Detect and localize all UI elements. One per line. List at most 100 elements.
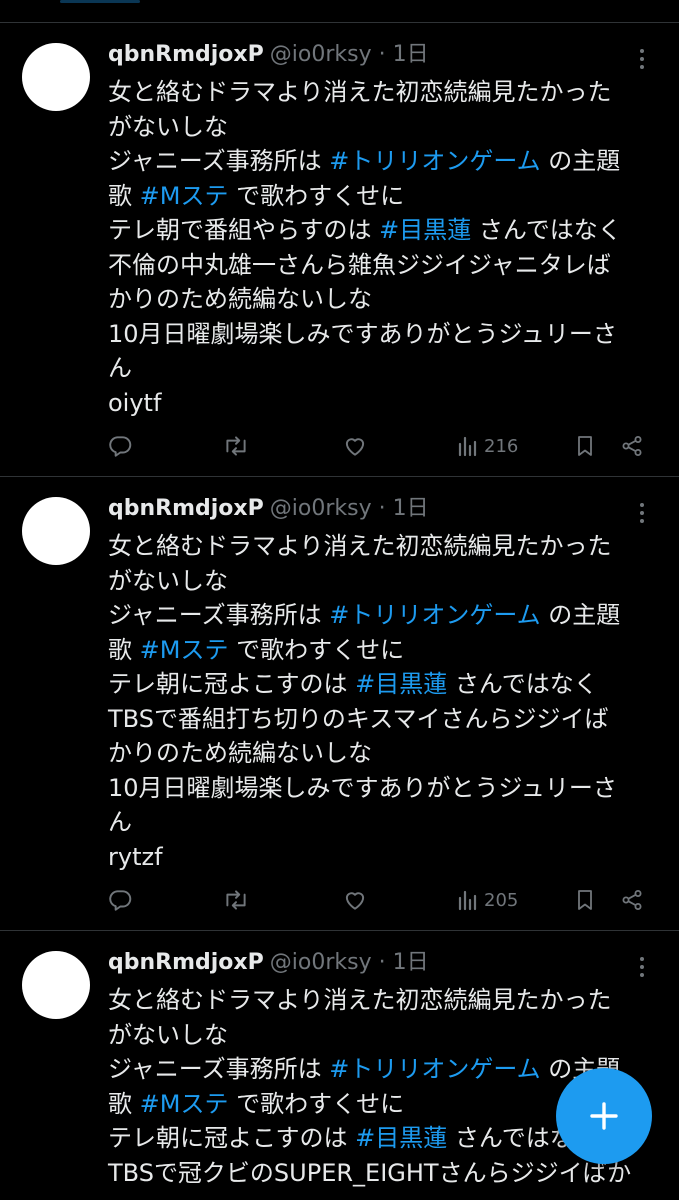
bookmark-icon [573,433,597,459]
text-segment: ジャニーズ事務所は [108,1055,330,1083]
hashtag-link[interactable]: #目黒蓮 [379,216,471,244]
share-button[interactable] [620,880,644,920]
tweet-text: 女と絡むドラマより消えた初恋続編見たかった がないしなジャニーズ事務所は #トリリ… [108,75,668,420]
tweet-text: 女と絡むドラマより消えた初恋続編見たかった がないしなジャニーズ事務所は #トリリ… [108,529,668,874]
text-segment: の主題 [540,601,621,629]
hashtag-link[interactable]: #Mステ [140,182,229,210]
tweet-text-line: がないしな [108,564,668,599]
views-button[interactable]: 216 [456,426,518,466]
handle-and-time[interactable]: @io0rksy · 1日 [270,496,429,521]
text-segment: ジャニーズ事務所は [108,147,330,175]
tweet-text-line: かりのため続編ないしな [108,282,668,317]
action-bar: 205 [0,880,679,920]
top-strip [0,0,679,22]
text-segment: ん [108,808,132,836]
display-name[interactable]: qbnRmdjoxP [108,42,264,67]
views-icon [456,888,480,912]
retweet-button[interactable] [222,880,250,920]
tweet-text-line: 女と絡むドラマより消えた初恋続編見たかった [108,529,668,564]
text-segment: 10月日曜劇場楽しみですありがとうジュリーさ [108,773,617,802]
text-segment: の主題 [540,147,621,175]
like-button[interactable] [342,426,368,466]
tweet-text-line: ジャニーズ事務所は #トリリオンゲーム の主題 [108,598,668,633]
more-options-icon[interactable] [632,499,652,531]
text-segment: TBSで冠クビのSUPER_EIGHTさんらジジイばか [108,1158,632,1187]
tweet-text-line: ジャニーズ事務所は #トリリオンゲーム の主題 [108,144,668,179]
tweet-text-line: ん [108,351,668,386]
tweet-text-line: 10月日曜劇場楽しみですありがとうジュリーさ [108,771,668,806]
display-name[interactable]: qbnRmdjoxP [108,496,264,521]
plus-icon [590,1102,618,1130]
text-segment: かりのため続編ないしな [108,739,372,767]
compose-button[interactable] [556,1068,652,1164]
reply-icon [107,887,133,913]
tweet-text-line: 不倫の中丸雄一さんら雑魚ジジイジャニタレば [108,248,668,283]
tweet-text-line: TBSで番組打ち切りのキスマイさんらジジイば [108,702,668,737]
tweet-text-line: ん [108,805,668,840]
text-segment: oiytf [108,388,162,417]
tweet-header: qbnRmdjoxP @io0rksy · 1日 [108,493,429,525]
reply-button[interactable] [107,880,133,920]
text-segment: TBSで番組打ち切りのキスマイさんらジジイば [108,704,609,733]
text-segment: 歌 [108,1089,140,1118]
tweet-divider [0,476,679,477]
tweet-text-line: 女と絡むドラマより消えた初恋続編見たかった [108,983,668,1018]
bookmark-button[interactable] [573,880,597,920]
avatar[interactable] [22,497,90,565]
tweet-text-line: がないしな [108,1018,668,1053]
text-segment: かりのため続編ないしな [108,285,372,313]
text-segment: がないしな [108,112,228,141]
more-options-icon[interactable] [632,953,652,985]
text-segment: で歌わすくせに [228,1089,405,1118]
bookmark-icon [573,887,597,913]
views-button[interactable]: 205 [456,880,518,920]
tweet-text-line: 歌 #Mステ で歌わすくせに [108,179,668,214]
text-segment: 女と絡むドラマより消えた初恋続編見たかった [108,78,612,106]
hashtag-link[interactable]: #Mステ [140,1090,229,1118]
tweet-text-line: rytzf [108,840,668,875]
hashtag-link[interactable]: #トリリオンゲーム [329,147,540,175]
text-segment: さんではなく [471,216,622,244]
bookmark-button[interactable] [573,426,597,466]
hashtag-link[interactable]: #Mステ [140,636,229,664]
display-name[interactable]: qbnRmdjoxP [108,950,264,975]
reply-icon [107,433,133,459]
reply-button[interactable] [107,426,133,466]
tweet-text-line: 10月日曜劇場楽しみですありがとうジュリーさ [108,317,668,352]
hashtag-link[interactable]: #トリリオンゲーム [329,1055,540,1083]
text-segment: 女と絡むドラマより消えた初恋続編見たかった [108,986,612,1014]
text-segment: がないしな [108,566,228,595]
text-segment: さんではなく [447,670,598,698]
tweet-header: qbnRmdjoxP @io0rksy · 1日 [108,39,429,71]
avatar[interactable] [22,951,90,1019]
text-segment: 歌 [108,635,140,664]
hashtag-link[interactable]: #目黒蓮 [355,670,447,698]
text-segment: 歌 [108,181,140,210]
hashtag-link[interactable]: #目黒蓮 [355,1124,447,1152]
retweet-icon [222,887,250,913]
tweet-divider [0,930,679,931]
text-segment: で歌わすくせに [228,635,405,664]
handle-and-time[interactable]: @io0rksy · 1日 [270,42,429,67]
more-options-icon[interactable] [632,45,652,77]
text-segment: 10月日曜劇場楽しみですありがとうジュリーさ [108,319,617,348]
text-segment: で歌わすくせに [228,181,405,210]
share-button[interactable] [620,426,644,466]
tweet-text-line: 女と絡むドラマより消えた初恋続編見たかった [108,75,668,110]
tweet-text-line: テレ朝で番組やらすのは #目黒蓮 さんではなく [108,213,668,248]
text-segment: がないしな [108,1020,228,1049]
tab-indicator [60,0,140,3]
like-icon [342,887,368,913]
views-icon [456,434,480,458]
hashtag-link[interactable]: #トリリオンゲーム [329,601,540,629]
retweet-button[interactable] [222,426,250,466]
handle-and-time[interactable]: @io0rksy · 1日 [270,950,429,975]
share-icon [620,888,644,912]
divider [0,22,679,23]
like-button[interactable] [342,880,368,920]
text-segment: テレ朝に冠よこすのは [108,1124,356,1152]
tweet-header: qbnRmdjoxP @io0rksy · 1日 [108,947,429,979]
tweet-text-line: 歌 #Mステ で歌わすくせに [108,633,668,668]
tweet-text-line: かりのため続編ないしな [108,736,668,771]
avatar[interactable] [22,43,90,111]
